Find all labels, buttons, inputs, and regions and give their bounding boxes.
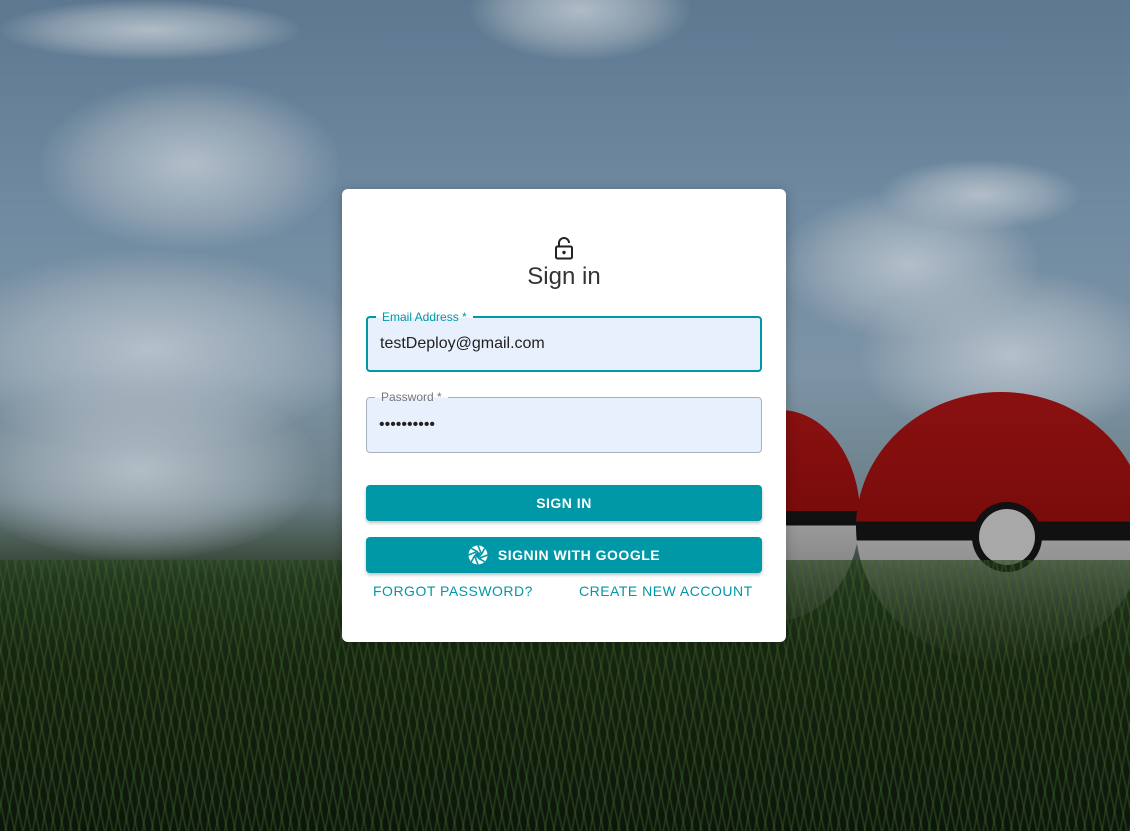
password-input[interactable] bbox=[379, 398, 749, 452]
email-field[interactable]: Email Address * bbox=[366, 310, 762, 372]
create-account-link[interactable]: CREATE NEW ACCOUNT bbox=[579, 583, 753, 599]
cloud bbox=[470, 0, 690, 60]
lock-open-icon bbox=[555, 237, 573, 260]
page-title: Sign in bbox=[527, 263, 601, 290]
cloud bbox=[40, 80, 340, 250]
signin-button-label: SIGN IN bbox=[536, 495, 592, 511]
password-field[interactable]: Password * bbox=[366, 390, 762, 453]
cloud bbox=[880, 160, 1080, 230]
cloud bbox=[0, 0, 300, 60]
signin-card: Sign in Email Address * Password * SIGN … bbox=[342, 189, 786, 642]
aperture-icon bbox=[468, 545, 488, 565]
google-button-label: SIGNIN WITH GOOGLE bbox=[497, 547, 661, 563]
forgot-password-link[interactable]: FORGOT PASSWORD? bbox=[373, 583, 533, 599]
signin-button[interactable]: SIGN IN bbox=[366, 485, 762, 521]
email-input[interactable] bbox=[380, 318, 750, 370]
google-signin-button[interactable]: SIGNIN WITH GOOGLE bbox=[366, 537, 762, 573]
